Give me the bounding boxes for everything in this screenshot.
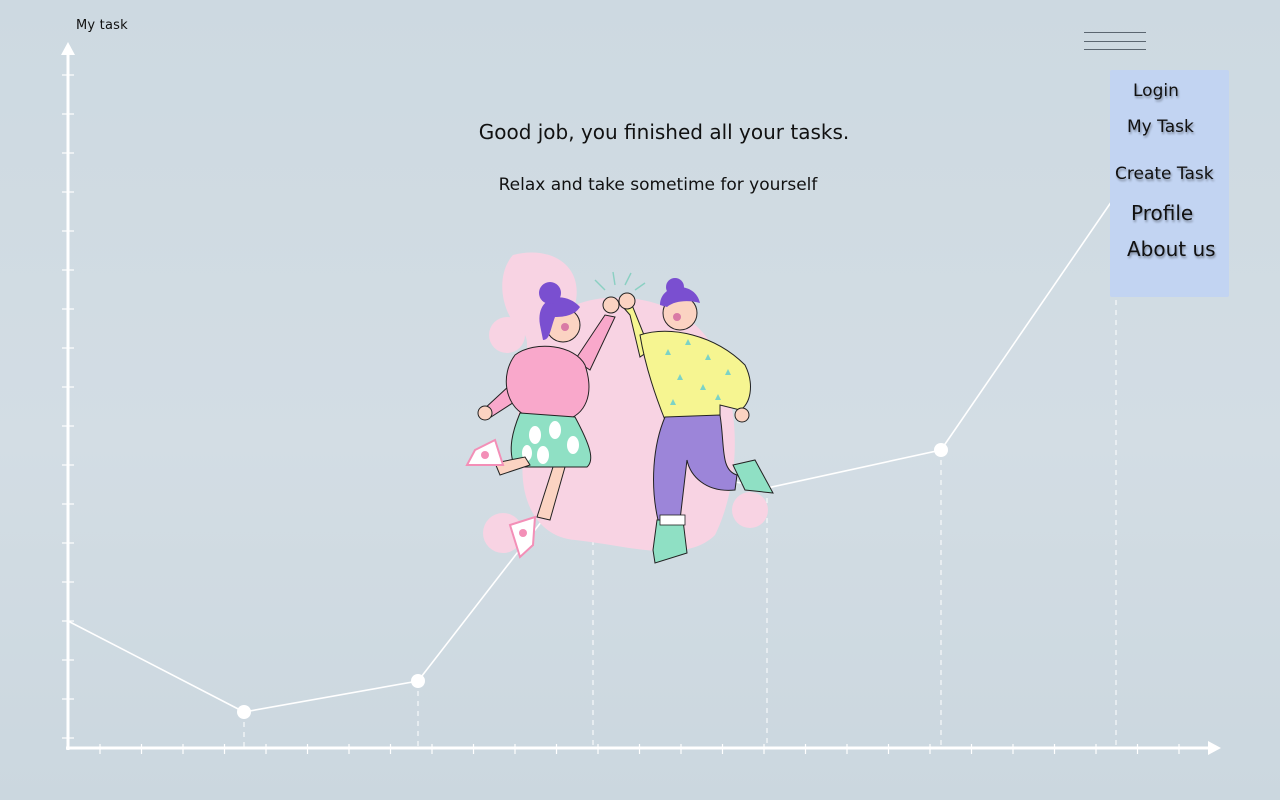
y-axis-arrow-icon	[61, 42, 75, 55]
menu-item-login[interactable]: Login	[1133, 81, 1179, 101]
page-headline: Good job, you finished all your tasks.	[478, 120, 850, 144]
high-five-illustration	[465, 252, 774, 564]
hamburger-menu-icon[interactable]	[1084, 30, 1148, 52]
page-subline: Relax and take sometime for yourself	[498, 175, 818, 195]
graph-point	[934, 443, 948, 457]
graph-point	[237, 705, 251, 719]
menu-item-profile[interactable]: Profile	[1131, 201, 1193, 225]
x-axis-arrow-icon	[1208, 741, 1221, 755]
menu-item-about-us[interactable]: About us	[1127, 237, 1216, 261]
app-title: My task	[76, 18, 128, 33]
graph-point	[411, 674, 425, 688]
